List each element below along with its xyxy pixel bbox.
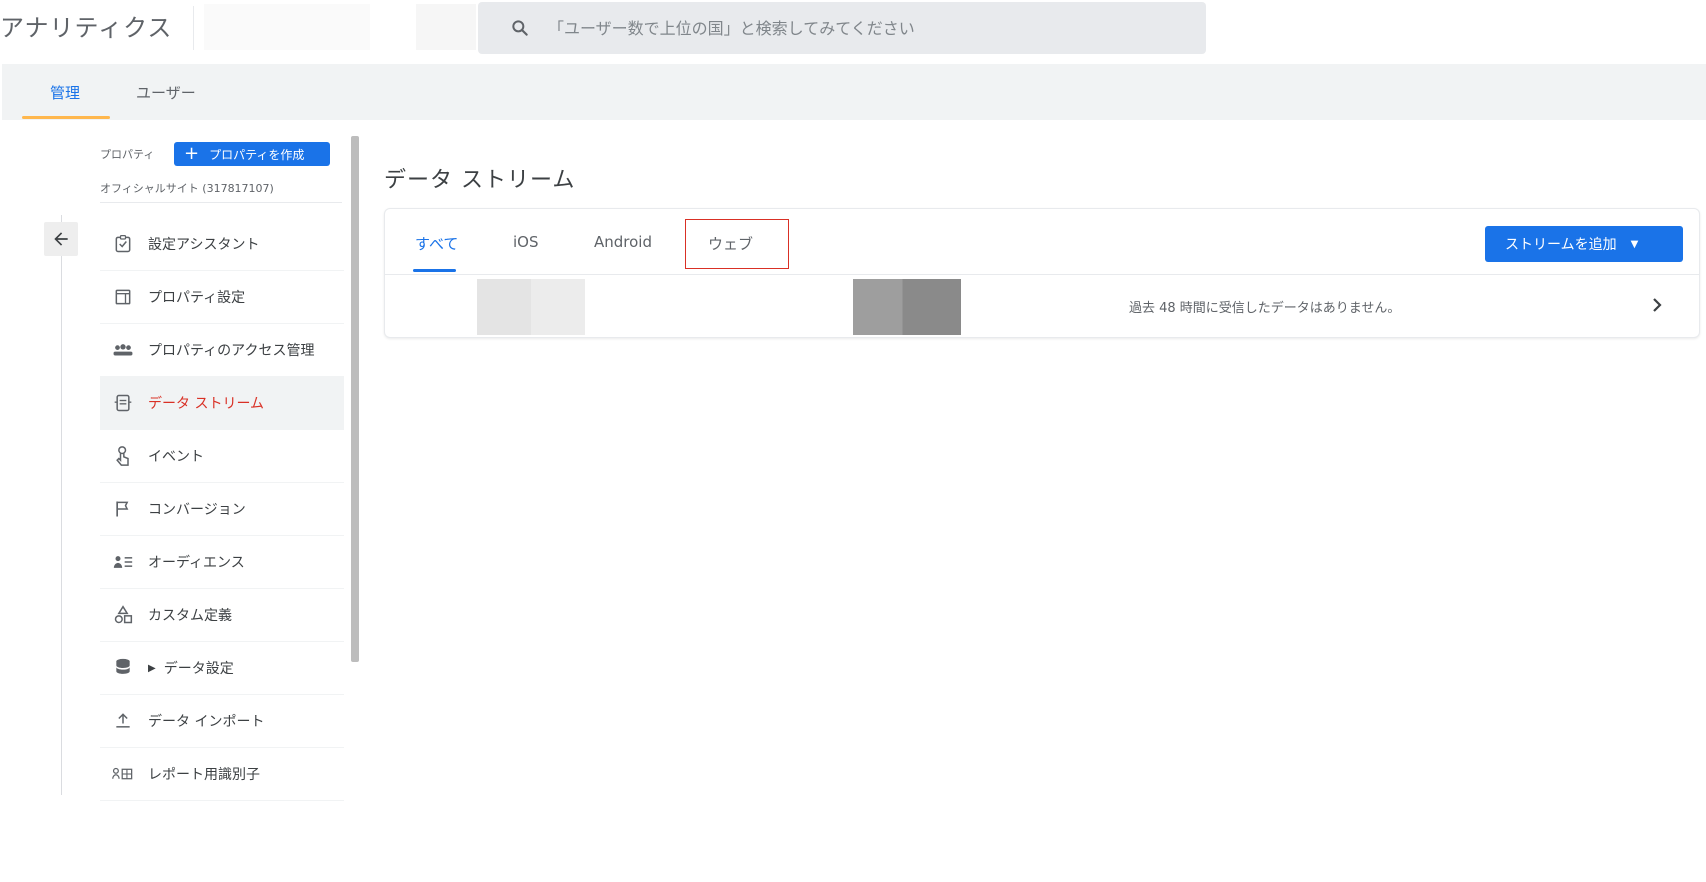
- nav-item-custom-definitions[interactable]: カスタム定義: [100, 589, 344, 642]
- nav-item-data-streams[interactable]: データ ストリーム: [100, 377, 344, 430]
- search-input[interactable]: [548, 12, 1168, 44]
- nav-item-conversions[interactable]: コンバージョン: [100, 483, 344, 536]
- nav-item-label: 設定アシスタント: [148, 237, 260, 253]
- tab-ios[interactable]: iOS: [513, 233, 539, 251]
- stream-row[interactable]: 過去 48 時間に受信したデータはありません。: [385, 275, 1699, 338]
- nav-item-label: データ ストリーム: [148, 396, 265, 412]
- stream-name-redacted: [477, 279, 585, 335]
- nav-item-label: データ設定: [163, 661, 234, 677]
- audience-icon: [112, 551, 134, 573]
- chevron-right-icon[interactable]: [1645, 293, 1669, 317]
- back-button[interactable]: [44, 222, 78, 256]
- upload-icon: [112, 710, 134, 732]
- shapes-icon: [112, 604, 134, 626]
- identifier-icon: [112, 763, 134, 785]
- title-divider: [193, 6, 194, 50]
- active-stream-tab-indicator: [413, 269, 456, 272]
- nav-item-property-access[interactable]: プロパティのアクセス管理: [100, 324, 344, 377]
- page-title: データ ストリーム: [384, 168, 576, 193]
- account-info-redacted: [416, 4, 476, 50]
- plus-icon: +: [184, 143, 200, 164]
- app-title: アナリティクス: [0, 14, 173, 42]
- nav-item-label: カスタム定義: [148, 608, 232, 624]
- active-tab-indicator: [22, 116, 110, 119]
- property-divider: [100, 202, 342, 203]
- search-bar[interactable]: [478, 2, 1206, 54]
- tab-all[interactable]: すべて: [415, 233, 458, 254]
- nav-item-property-settings[interactable]: プロパティ設定: [100, 271, 344, 324]
- nav-item-data-settings[interactable]: ▶ データ設定: [100, 642, 344, 695]
- nav-item-label: オーディエンス: [148, 555, 245, 571]
- search-icon: [512, 20, 528, 36]
- tab-admin[interactable]: 管理: [50, 82, 80, 103]
- nav-item-events[interactable]: イベント: [100, 430, 344, 483]
- database-icon: [112, 657, 134, 679]
- create-property-label: プロパティを作成: [209, 147, 305, 162]
- property-label: プロパティ: [100, 148, 155, 161]
- admin-nav-list: 設定アシスタント プロパティ設定 プロパティのアクセス管理 データ ストリーム …: [100, 218, 344, 801]
- stream-status-text: 過去 48 時間に受信したデータはありません。: [1129, 301, 1401, 316]
- data-stream-icon: [112, 392, 134, 414]
- flag-icon: [112, 498, 134, 520]
- add-stream-label: ストリームを追加: [1505, 237, 1617, 253]
- nav-item-label: プロパティ設定: [148, 290, 246, 306]
- tab-android[interactable]: Android: [594, 233, 652, 251]
- sidebar-scrollbar[interactable]: [351, 136, 359, 662]
- create-property-button[interactable]: + プロパティを作成: [174, 142, 330, 166]
- nav-item-label: レポート用識別子: [148, 767, 260, 783]
- nav-item-label: イベント: [148, 449, 204, 465]
- people-icon: [112, 339, 134, 361]
- account-selector-redacted[interactable]: [204, 4, 370, 50]
- tab-user[interactable]: ユーザー: [136, 82, 196, 103]
- property-settings-icon: [112, 286, 134, 308]
- nav-guide-line: [61, 215, 62, 795]
- add-stream-button[interactable]: ストリームを追加 ▼: [1485, 226, 1683, 262]
- stream-id-redacted: [853, 279, 961, 335]
- nav-item-label: データ インポート: [148, 714, 265, 730]
- property-name: オフィシャルサイト (317817107): [100, 182, 274, 195]
- checklist-icon: [112, 233, 134, 255]
- nav-item-audiences[interactable]: オーディエンス: [100, 536, 344, 589]
- web-tab-highlight-box: [685, 219, 789, 269]
- nav-item-label: プロパティのアクセス管理: [148, 343, 315, 359]
- nav-item-label: コンバージョン: [148, 502, 246, 518]
- nav-item-data-import[interactable]: データ インポート: [100, 695, 344, 748]
- dropdown-arrow-icon: ▼: [1630, 238, 1639, 250]
- touch-icon: [112, 445, 134, 467]
- arrow-back-icon: [54, 232, 68, 246]
- expand-caret-icon[interactable]: ▶: [148, 663, 156, 674]
- nav-item-setup-assistant[interactable]: 設定アシスタント: [100, 218, 344, 271]
- data-streams-card: すべて iOS Android ウェブ ストリームを追加 ▼ 過去 48 時間に…: [384, 208, 1700, 338]
- nav-item-reporting-identity[interactable]: レポート用識別子: [100, 748, 344, 801]
- admin-tab-bar: 管理 ユーザー: [2, 64, 1706, 120]
